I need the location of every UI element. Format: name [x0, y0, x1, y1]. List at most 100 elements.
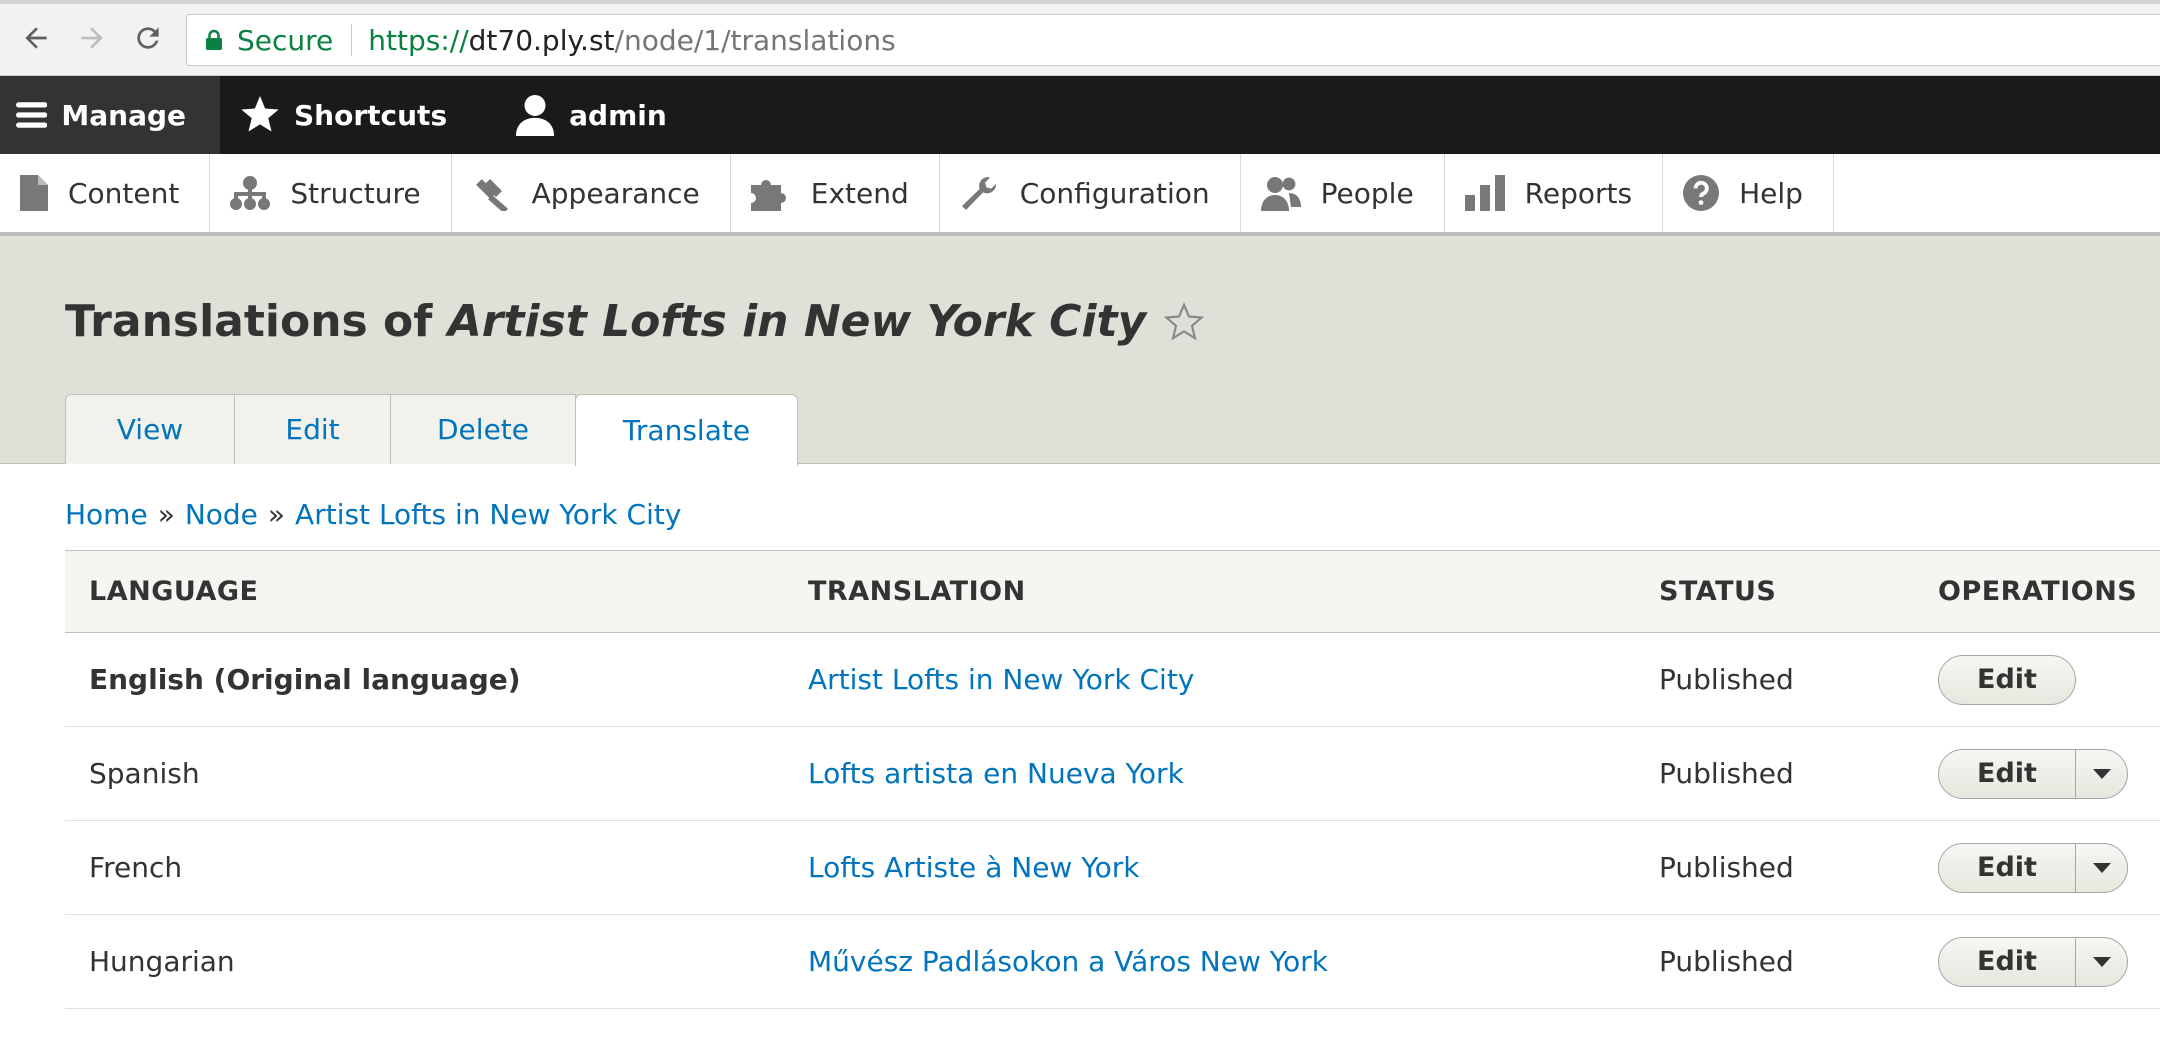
- row-language: Hungarian: [89, 945, 235, 978]
- table-row: Hungarian Művész Padlásokon a Város New …: [65, 915, 2160, 1009]
- tabstrip: [0, 0, 2160, 4]
- tray-item-label: Reports: [1524, 176, 1633, 210]
- tray-item-reports[interactable]: Reports: [1445, 154, 1664, 232]
- toolbar-shortcuts-label: Shortcuts: [294, 98, 448, 132]
- tray-item-people[interactable]: People: [1241, 154, 1445, 232]
- edit-button[interactable]: Edit: [1939, 852, 2075, 883]
- wrench-icon: [961, 177, 996, 210]
- tab-delete[interactable]: Delete: [390, 394, 576, 464]
- people-icon: [1260, 177, 1301, 211]
- edit-dropbutton: Edit: [1938, 936, 2128, 987]
- row-translation-link[interactable]: Artist Lofts in New York City: [808, 663, 1194, 696]
- dropbutton-toggle[interactable]: [2075, 937, 2127, 986]
- tray-item-configuration[interactable]: Configuration: [940, 154, 1241, 232]
- help-icon: [1683, 175, 1720, 211]
- bar-chart-icon: [1464, 175, 1505, 211]
- secure-label: Secure: [237, 23, 334, 57]
- row-language: Spanish: [89, 757, 200, 790]
- tray-item-label: Structure: [290, 176, 421, 210]
- shortcut-star-icon[interactable]: [1164, 301, 1205, 342]
- tray-item-label: Help: [1739, 176, 1803, 210]
- lock-icon: [206, 29, 222, 50]
- caret-down-icon: [2092, 956, 2111, 967]
- row-status: Published: [1659, 663, 1794, 696]
- browser-bar: Secure https://dt70.ply.st/node/1/transl…: [0, 0, 2160, 76]
- forward-button[interactable]: [72, 18, 112, 58]
- file-icon: [20, 175, 48, 211]
- puzzle-icon: [750, 180, 786, 211]
- breadcrumb-node[interactable]: Node: [185, 498, 258, 531]
- dropbutton-toggle[interactable]: [2075, 843, 2127, 892]
- tray-item-label: Appearance: [531, 176, 700, 210]
- caret-down-icon: [2092, 862, 2111, 873]
- title-prefix: Translations of: [65, 296, 448, 347]
- tab-translate[interactable]: Translate: [575, 394, 798, 466]
- star-icon: [241, 96, 279, 132]
- url-scheme: https://: [368, 23, 469, 57]
- title-node-name: Artist Lofts in New York City: [447, 296, 1147, 347]
- tray-item-label: Configuration: [1019, 176, 1210, 210]
- table-row: French Lofts Artiste à New York Publishe…: [65, 821, 2160, 915]
- edit-button[interactable]: Edit: [1939, 946, 2075, 977]
- breadcrumb-separator: »: [157, 498, 175, 531]
- breadcrumb-home[interactable]: Home: [65, 498, 148, 531]
- page-header: Translations of Artist Lofts in New York…: [0, 236, 2160, 466]
- forward-arrow-icon: [81, 27, 103, 49]
- header-operations: OPERATIONS: [1938, 576, 2138, 607]
- address-bar[interactable]: Secure https://dt70.ply.st/node/1/transl…: [186, 14, 2160, 66]
- tab-edit[interactable]: Edit: [234, 394, 391, 464]
- edit-button-label: Edit: [1977, 664, 2037, 695]
- breadcrumb: Home » Node » Artist Lofts in New York City: [65, 498, 681, 531]
- back-arrow-icon: [25, 27, 47, 49]
- hamburger-icon: [16, 102, 48, 128]
- tray-item-label: Extend: [810, 176, 909, 210]
- tray-item-content[interactable]: Content: [0, 154, 211, 232]
- row-status: Published: [1659, 757, 1794, 790]
- row-language: French: [89, 851, 183, 884]
- edit-dropbutton: Edit: [1938, 842, 2128, 893]
- url-path: /node/1/translations: [614, 23, 896, 57]
- edit-dropbutton: Edit: [1938, 748, 2128, 799]
- admin-toolbar: Manage Shortcuts admin: [0, 76, 2160, 154]
- caret-down-icon: [2092, 768, 2111, 779]
- header-language: LANGUAGE: [89, 576, 259, 607]
- table-header: LANGUAGE TRANSLATION STATUS OPERATIONS: [65, 550, 2160, 633]
- edit-button[interactable]: Edit: [1938, 654, 2076, 705]
- page-title: Translations of Artist Lofts in New York…: [65, 296, 1205, 347]
- toolbar-user[interactable]: admin: [487, 76, 699, 154]
- toolbar-manage[interactable]: Manage: [0, 76, 220, 154]
- user-icon: [516, 94, 555, 136]
- header-status: STATUS: [1659, 576, 1777, 607]
- translations-table: LANGUAGE TRANSLATION STATUS OPERATIONS E…: [65, 550, 2160, 1009]
- url-host: dt70.ply.st: [468, 23, 615, 57]
- table-row: English (Original language) Artist Lofts…: [65, 633, 2160, 727]
- omnibox-divider: [351, 24, 353, 56]
- tray-item-structure[interactable]: Structure: [210, 154, 452, 232]
- reload-button[interactable]: [128, 18, 168, 58]
- header-translation: TRANSLATION: [808, 576, 1026, 607]
- back-button[interactable]: [16, 18, 56, 58]
- reload-icon: [137, 27, 159, 49]
- edit-button[interactable]: Edit: [1939, 758, 2075, 789]
- row-translation-link[interactable]: Lofts artista en Nueva York: [808, 757, 1184, 790]
- admin-tray: Content Structure Appearance Extend Conf…: [0, 154, 2160, 236]
- tray-item-appearance[interactable]: Appearance: [452, 154, 731, 232]
- local-tasks-tabs: View Edit Delete Translate: [65, 394, 798, 466]
- toolbar-user-label: admin: [569, 98, 667, 132]
- brush-icon: [475, 179, 508, 211]
- tray-item-label: People: [1320, 176, 1414, 210]
- structure-icon: [230, 176, 271, 210]
- tray-item-extend[interactable]: Extend: [731, 154, 940, 232]
- tray-item-help[interactable]: Help: [1663, 154, 1834, 232]
- breadcrumb-current[interactable]: Artist Lofts in New York City: [295, 498, 681, 531]
- table-row: Spanish Lofts artista en Nueva York Publ…: [65, 727, 2160, 821]
- tab-view[interactable]: View: [65, 394, 235, 464]
- tray-item-label: Content: [68, 176, 180, 210]
- dropbutton-toggle[interactable]: [2075, 749, 2127, 798]
- row-translation-link[interactable]: Lofts Artiste à New York: [808, 851, 1139, 884]
- row-language: English (Original language): [89, 663, 521, 696]
- toolbar-shortcuts[interactable]: Shortcuts: [220, 76, 487, 154]
- url-text: https://dt70.ply.st/node/1/translations: [368, 24, 895, 57]
- row-translation-link[interactable]: Művész Padlásokon a Város New York: [808, 945, 1328, 978]
- breadcrumb-separator: »: [267, 498, 286, 531]
